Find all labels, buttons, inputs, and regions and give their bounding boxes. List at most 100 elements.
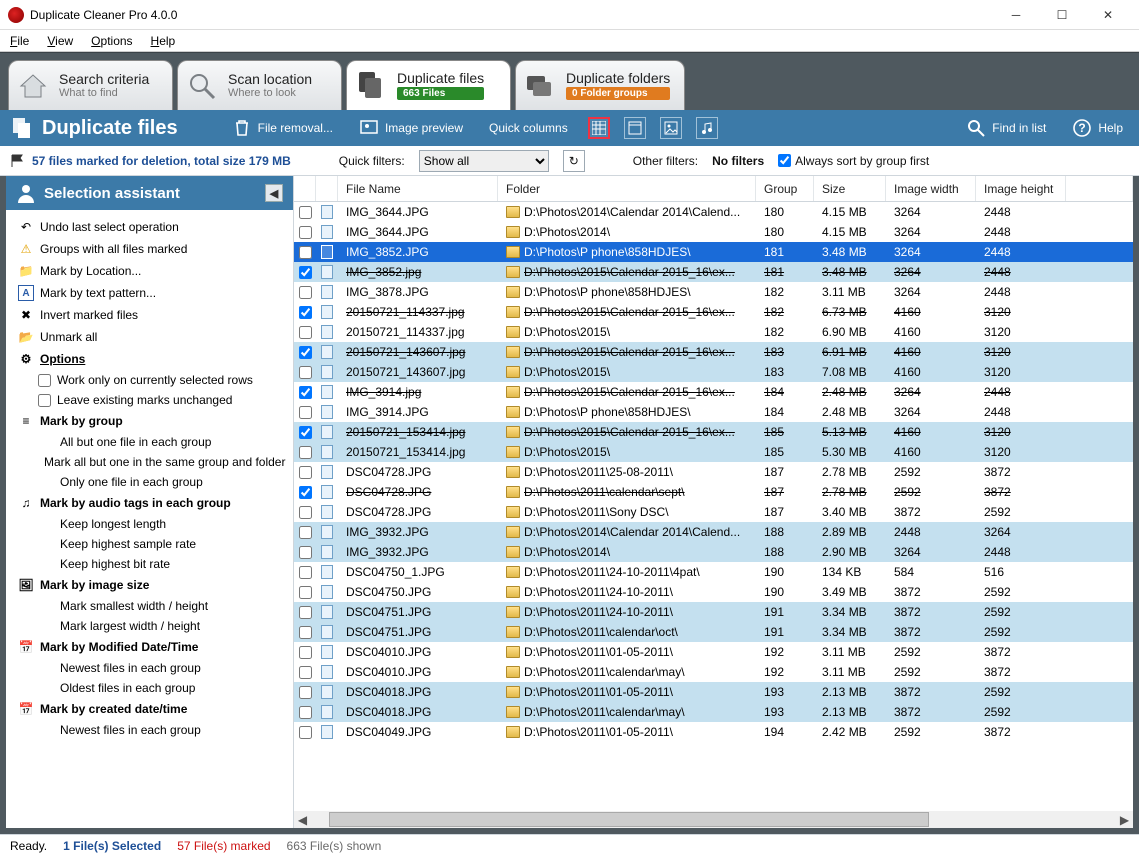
- menu-options[interactable]: Options: [91, 34, 132, 48]
- sidebar-item[interactable]: AMark by text pattern...: [10, 282, 289, 304]
- quick-col-image-button[interactable]: [660, 117, 682, 139]
- row-checkbox[interactable]: [299, 366, 312, 379]
- sidebar-item[interactable]: 📁Mark by Location...: [10, 260, 289, 282]
- table-row[interactable]: 20150721_114337.jpgD:\Photos\2015\Calend…: [294, 302, 1133, 322]
- menu-help[interactable]: Help: [151, 34, 176, 48]
- sidebar-item[interactable]: 📅Mark by Modified Date/Time: [10, 636, 289, 658]
- table-row[interactable]: DSC04728.JPGD:\Photos\2011\Sony DSC\1873…: [294, 502, 1133, 522]
- row-checkbox[interactable]: [299, 206, 312, 219]
- row-checkbox[interactable]: [299, 226, 312, 239]
- table-row[interactable]: IMG_3644.JPGD:\Photos\2014\1804.15 MB326…: [294, 222, 1133, 242]
- row-checkbox[interactable]: [299, 326, 312, 339]
- tab-scan-location[interactable]: Scan locationWhere to look: [177, 60, 342, 110]
- quick-col-grid-button[interactable]: [588, 117, 610, 139]
- row-checkbox[interactable]: [299, 306, 312, 319]
- sidebar-item[interactable]: Leave existing marks unchanged: [10, 390, 289, 410]
- tab-search-criteria[interactable]: Search criteriaWhat to find: [8, 60, 173, 110]
- table-row[interactable]: IMG_3852.jpgD:\Photos\2015\Calendar 2015…: [294, 262, 1133, 282]
- table-row[interactable]: DSC04010.JPGD:\Photos\2011\calendar\may\…: [294, 662, 1133, 682]
- table-row[interactable]: 20150721_114337.jpgD:\Photos\2015\1826.9…: [294, 322, 1133, 342]
- table-row[interactable]: DSC04750.JPGD:\Photos\2011\24-10-2011\19…: [294, 582, 1133, 602]
- close-button[interactable]: ✕: [1085, 0, 1131, 30]
- row-checkbox[interactable]: [299, 286, 312, 299]
- find-in-list-button[interactable]: Find in list: [960, 116, 1052, 140]
- table-row[interactable]: 20150721_153414.jpgD:\Photos\2015\Calend…: [294, 422, 1133, 442]
- row-checkbox[interactable]: [299, 486, 312, 499]
- sidebar-collapse-button[interactable]: ◀: [265, 184, 283, 202]
- maximize-button[interactable]: ☐: [1039, 0, 1085, 30]
- row-checkbox[interactable]: [299, 506, 312, 519]
- sidebar-body[interactable]: ↶Undo last select operation⚠Groups with …: [6, 210, 293, 746]
- image-preview-button[interactable]: Image preview: [353, 116, 469, 140]
- row-checkbox[interactable]: [299, 526, 312, 539]
- help-button[interactable]: ? Help: [1066, 116, 1129, 140]
- option-checkbox[interactable]: [38, 394, 51, 407]
- tab-duplicate-folders[interactable]: Duplicate folders0 Folder groups: [515, 60, 685, 110]
- row-checkbox[interactable]: [299, 646, 312, 659]
- row-checkbox[interactable]: [299, 386, 312, 399]
- sidebar-item[interactable]: Keep highest bit rate: [10, 554, 289, 574]
- minimize-button[interactable]: ─: [993, 0, 1039, 30]
- table-row[interactable]: IMG_3914.JPGD:\Photos\P phone\858HDJES\1…: [294, 402, 1133, 422]
- sidebar-item[interactable]: Oldest files in each group: [10, 678, 289, 698]
- row-checkbox[interactable]: [299, 406, 312, 419]
- row-checkbox[interactable]: [299, 426, 312, 439]
- sidebar-item[interactable]: ↶Undo last select operation: [10, 216, 289, 238]
- row-checkbox[interactable]: [299, 446, 312, 459]
- sidebar-item[interactable]: ≡Mark by group: [10, 410, 289, 432]
- sidebar-item[interactable]: Work only on currently selected rows: [10, 370, 289, 390]
- table-row[interactable]: 20150721_143607.jpgD:\Photos\2015\Calend…: [294, 342, 1133, 362]
- table-row[interactable]: DSC04049.JPGD:\Photos\2011\01-05-2011\19…: [294, 722, 1133, 742]
- file-removal-button[interactable]: File removal...: [226, 116, 339, 140]
- sidebar-item[interactable]: Mark smallest width / height: [10, 596, 289, 616]
- sidebar-item[interactable]: ✖Invert marked files: [10, 304, 289, 326]
- quick-filter-select[interactable]: Show all: [419, 150, 549, 172]
- menu-view[interactable]: View: [47, 34, 73, 48]
- table-row[interactable]: DSC04018.JPGD:\Photos\2011\01-05-2011\19…: [294, 682, 1133, 702]
- table-row[interactable]: IMG_3644.JPGD:\Photos\2014\Calendar 2014…: [294, 202, 1133, 222]
- tab-duplicate-files[interactable]: Duplicate files663 Files: [346, 60, 511, 110]
- row-checkbox[interactable]: [299, 566, 312, 579]
- row-checkbox[interactable]: [299, 466, 312, 479]
- row-checkbox[interactable]: [299, 706, 312, 719]
- sidebar-item[interactable]: 📂Unmark all: [10, 326, 289, 348]
- sidebar-item[interactable]: Keep longest length: [10, 514, 289, 534]
- sidebar-item[interactable]: Newest files in each group: [10, 658, 289, 678]
- menu-file[interactable]: File: [10, 34, 29, 48]
- th-group[interactable]: Group: [756, 176, 814, 201]
- sidebar-item[interactable]: ♫Mark by audio tags in each group: [10, 492, 289, 514]
- table-row[interactable]: DSC04751.JPGD:\Photos\2011\24-10-2011\19…: [294, 602, 1133, 622]
- quick-col-window-button[interactable]: [624, 117, 646, 139]
- sidebar-item[interactable]: Mark all but one in the same group and f…: [10, 452, 289, 472]
- table-row[interactable]: IMG_3932.JPGD:\Photos\2014\Calendar 2014…: [294, 522, 1133, 542]
- row-checkbox[interactable]: [299, 246, 312, 259]
- table-row[interactable]: DSC04728.JPGD:\Photos\2011\calendar\sept…: [294, 482, 1133, 502]
- row-checkbox[interactable]: [299, 686, 312, 699]
- table-row[interactable]: 20150721_143607.jpgD:\Photos\2015\1837.0…: [294, 362, 1133, 382]
- th-size[interactable]: Size: [814, 176, 886, 201]
- row-checkbox[interactable]: [299, 626, 312, 639]
- quick-col-music-button[interactable]: [696, 117, 718, 139]
- sidebar-item[interactable]: 🖼Mark by image size: [10, 574, 289, 596]
- option-checkbox[interactable]: [38, 374, 51, 387]
- table-row[interactable]: DSC04750_1.JPGD:\Photos\2011\24-10-2011\…: [294, 562, 1133, 582]
- sidebar-item[interactable]: Newest files in each group: [10, 720, 289, 740]
- row-checkbox[interactable]: [299, 586, 312, 599]
- row-checkbox[interactable]: [299, 606, 312, 619]
- table-row[interactable]: DSC04018.JPGD:\Photos\2011\calendar\may\…: [294, 702, 1133, 722]
- row-checkbox[interactable]: [299, 346, 312, 359]
- row-checkbox[interactable]: [299, 266, 312, 279]
- table-row[interactable]: DSC04728.JPGD:\Photos\2011\25-08-2011\18…: [294, 462, 1133, 482]
- table-row[interactable]: IMG_3914.jpgD:\Photos\2015\Calendar 2015…: [294, 382, 1133, 402]
- refresh-button[interactable]: ↻: [563, 150, 585, 172]
- th-imgwidth[interactable]: Image width: [886, 176, 976, 201]
- table-body[interactable]: IMG_3644.JPGD:\Photos\2014\Calendar 2014…: [294, 202, 1133, 811]
- th-folder[interactable]: Folder: [498, 176, 756, 201]
- sidebar-item[interactable]: 📅Mark by created date/time: [10, 698, 289, 720]
- table-row[interactable]: 20150721_153414.jpgD:\Photos\2015\1855.3…: [294, 442, 1133, 462]
- sidebar-item[interactable]: ⚙Options: [10, 348, 289, 370]
- th-imgheight[interactable]: Image height: [976, 176, 1066, 201]
- row-checkbox[interactable]: [299, 546, 312, 559]
- sidebar-item[interactable]: ⚠Groups with all files marked: [10, 238, 289, 260]
- th-filename[interactable]: File Name: [338, 176, 498, 201]
